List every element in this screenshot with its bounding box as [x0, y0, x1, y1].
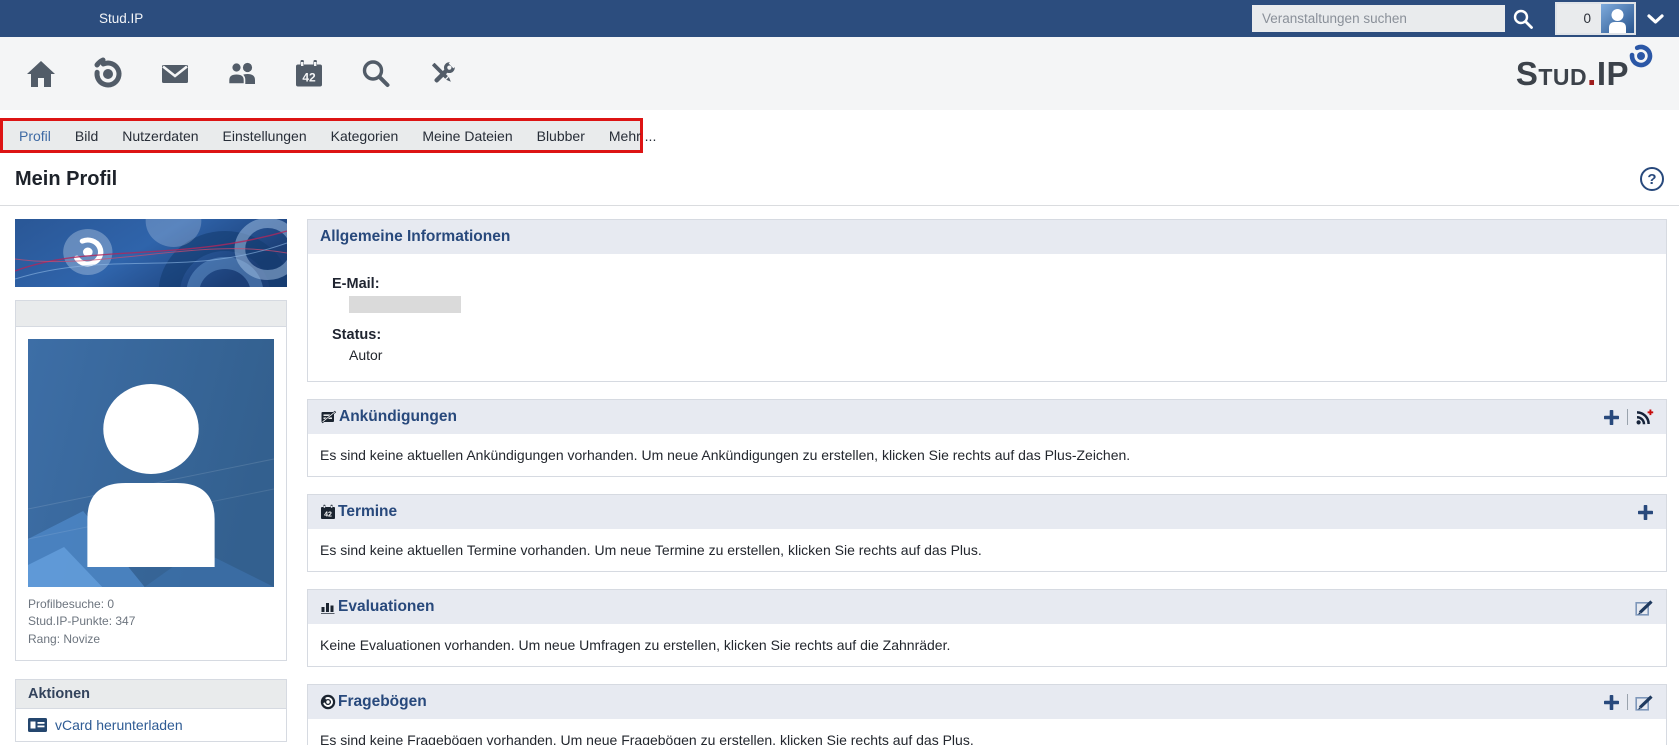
news-icon [320, 409, 337, 425]
profile-tabs: Profil Bild Nutzerdaten Einstellungen Ka… [3, 121, 640, 150]
actions-title: Aktionen [16, 680, 286, 709]
rss-subscribe-icon[interactable] [1635, 409, 1654, 426]
courses-spiral-icon[interactable] [91, 57, 125, 91]
evaluation-chart-icon [320, 600, 336, 614]
section-evaluationen: Evaluationen Keine Evaluationen vorhande… [307, 589, 1667, 667]
search-input[interactable] [1252, 5, 1505, 32]
community-icon[interactable] [225, 57, 259, 91]
page-header: Mein Profil ? [0, 153, 1679, 206]
edit-questionnaires-icon[interactable] [1635, 694, 1654, 711]
profile-card-header [16, 301, 286, 327]
help-icon[interactable]: ? [1640, 167, 1664, 191]
section-empty-message: Keine Evaluationen vorhanden. Um neue Um… [308, 624, 1666, 666]
studip-logo-spiral-icon [1627, 42, 1655, 70]
profile-card: Profilbesuche: 0 Stud.IP-Punkte: 347 Ran… [15, 300, 287, 661]
add-date-icon[interactable] [1637, 504, 1654, 521]
app-title: Stud.IP [99, 11, 143, 26]
icon-divider [1627, 409, 1628, 425]
tab-blubber[interactable]: Blubber [525, 128, 597, 144]
topbar: Stud.IP 0 [0, 0, 1679, 37]
tab-einstellungen[interactable]: Einstellungen [211, 128, 319, 144]
section-allgemeine-informationen: Allgemeine Informationen E-Mail: Status:… [307, 219, 1667, 382]
tab-kategorien[interactable]: Kategorien [319, 128, 411, 144]
icon-divider [1627, 694, 1628, 710]
notification-counter[interactable]: 0 [1557, 4, 1601, 33]
section-frageboegen: Fragebögen Es sind ke [307, 684, 1667, 745]
questionnaire-spiral-icon [320, 694, 336, 710]
vcard-download-link: vCard herunterladen [55, 717, 183, 733]
search-icon[interactable] [359, 57, 393, 91]
section-empty-message: Es sind keine aktuellen Termine vorhande… [308, 529, 1666, 571]
user-menu: 0 [1555, 2, 1636, 35]
actions-box: Aktionen vCard herunterladen [15, 679, 287, 742]
search-submit-icon[interactable] [1505, 5, 1541, 32]
tools-icon[interactable] [426, 57, 460, 91]
home-icon[interactable] [24, 57, 58, 91]
studip-logo: Stud.IP [1516, 55, 1655, 93]
status-value: Autor [349, 347, 1642, 363]
svg-text:42: 42 [324, 512, 332, 519]
profile-avatar-placeholder [28, 339, 274, 587]
tab-bild[interactable]: Bild [63, 128, 110, 144]
section-termine: 42 Termine Es sind keine aktuellen Termi… [307, 494, 1667, 572]
profile-banner-image [15, 219, 287, 287]
profile-main: Allgemeine Informationen E-Mail: Status:… [307, 219, 1667, 745]
section-title-text: Ankündigungen [339, 408, 457, 426]
section-title: Allgemeine Informationen [320, 228, 510, 246]
profile-stats: Profilbesuche: 0 Stud.IP-Punkte: 347 Ran… [28, 596, 274, 648]
user-avatar[interactable] [1601, 4, 1634, 33]
tab-nutzerdaten[interactable]: Nutzerdaten [110, 128, 210, 144]
tab-meine-dateien[interactable]: Meine Dateien [410, 128, 524, 144]
status-label: Status: [332, 327, 1642, 343]
add-announcement-icon[interactable] [1603, 409, 1620, 426]
tab-mehr[interactable]: Mehr ... [597, 128, 668, 144]
section-ankuendigungen: Ankündigungen [307, 399, 1667, 477]
section-title-text: Fragebögen [338, 693, 427, 711]
add-questionnaire-icon[interactable] [1603, 694, 1620, 711]
section-title-text: Termine [338, 503, 397, 521]
messages-icon[interactable] [158, 57, 192, 91]
section-empty-message: Es sind keine aktuellen Ankündigungen vo… [308, 434, 1666, 476]
section-empty-message: Es sind keine Fragebögen vorhanden. Um n… [308, 719, 1666, 745]
main-toolbar: 42 Stud.IP [0, 37, 1679, 110]
section-title-text: Evaluationen [338, 598, 434, 616]
svg-text:42: 42 [302, 70, 316, 84]
vcard-icon [28, 718, 47, 732]
user-menu-chevron-down-icon[interactable] [1646, 12, 1665, 26]
edit-evaluations-icon[interactable] [1635, 599, 1654, 616]
calendar-icon: 42 [320, 504, 336, 520]
email-label: E-Mail: [332, 276, 1642, 292]
vcard-download-action[interactable]: vCard herunterladen [16, 709, 286, 741]
email-value-redacted [349, 296, 461, 313]
page-title: Mein Profil [15, 168, 117, 191]
tab-profil[interactable]: Profil [7, 128, 63, 144]
profile-tabs-annotation-box: Profil Bild Nutzerdaten Einstellungen Ka… [0, 118, 643, 153]
stat-studip-points: Stud.IP-Punkte: 347 [28, 613, 274, 630]
stat-rank: Rang: Novize [28, 631, 274, 648]
stat-profile-visits: Profilbesuche: 0 [28, 596, 274, 613]
profile-sidebar: Profilbesuche: 0 Stud.IP-Punkte: 347 Ran… [15, 219, 287, 742]
schedule-icon[interactable]: 42 [292, 57, 326, 91]
